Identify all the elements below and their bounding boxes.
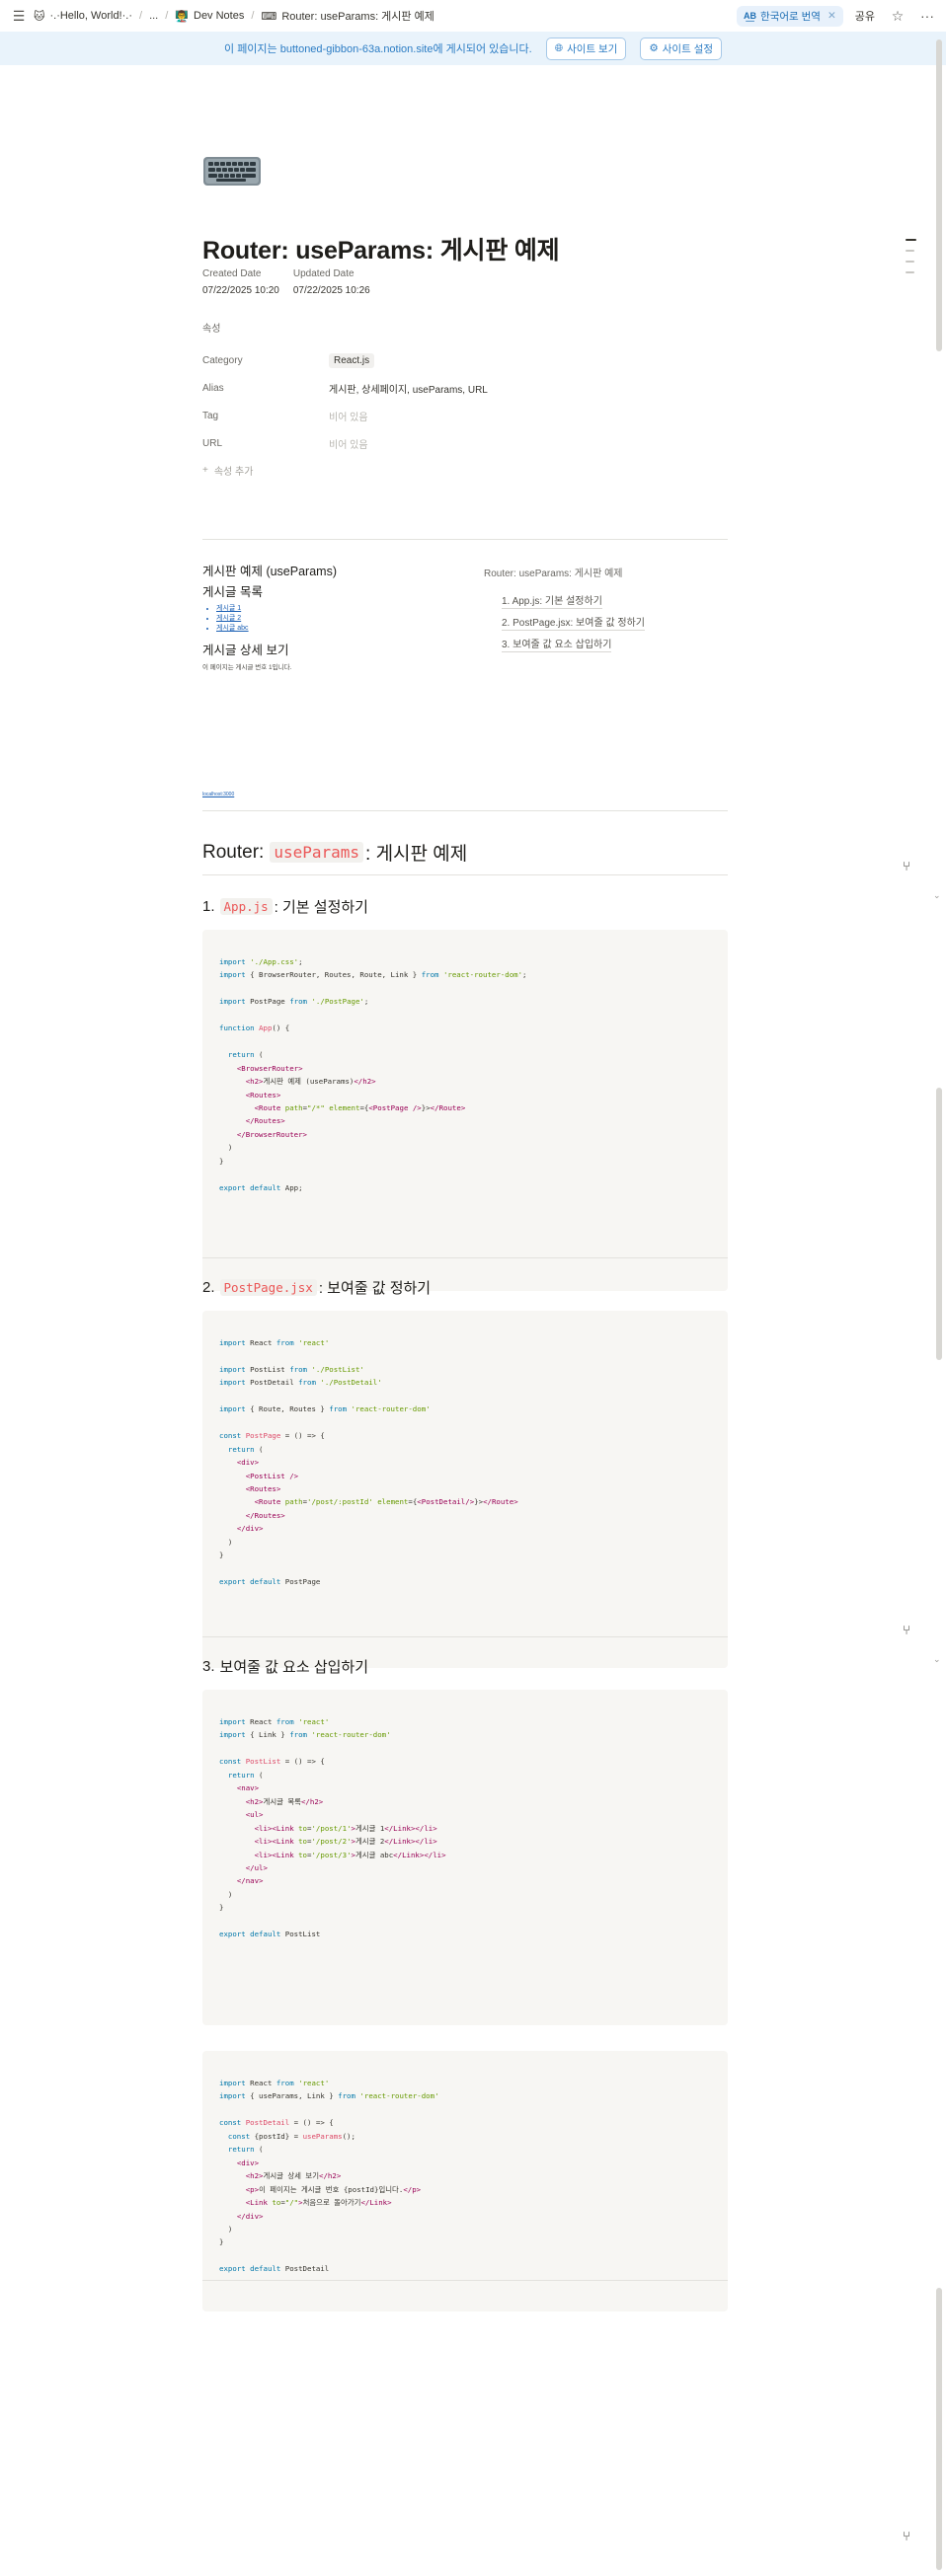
translate-icon: A͟B: [744, 11, 757, 21]
branch-icon[interactable]: ⑂: [896, 855, 917, 876]
code-block-app-js[interactable]: import './App.css'; import { BrowserRout…: [202, 930, 728, 1291]
code-block-postdetail[interactable]: import React from 'react' import { usePa…: [202, 2051, 728, 2311]
breadcrumb-item-ellipsis[interactable]: ...: [145, 10, 162, 22]
breadcrumb-item-home[interactable]: 🐱 ·.·Hello, World!·.·: [30, 10, 136, 23]
inline-code: PostPage.jsx: [219, 1279, 317, 1296]
property-name: URL: [202, 437, 223, 449]
divider: [202, 2280, 728, 2281]
preview-title: 게시판 예제 (useParams): [202, 565, 337, 578]
chevron-down-icon[interactable]: ⌄: [933, 1654, 941, 1665]
property-name: Category: [202, 354, 243, 366]
inline-code: useParams: [270, 842, 364, 863]
toc-minimap[interactable]: [906, 239, 916, 282]
code-block-postlist[interactable]: import React from 'react' import { Link …: [202, 1690, 728, 2025]
property-name: Tag: [202, 410, 219, 421]
divider: [202, 810, 728, 811]
category-tag: React.js: [329, 352, 375, 368]
divider: [202, 1636, 728, 1637]
url-value: 비어 있음: [329, 439, 368, 451]
table-of-contents: Router: useParams: 게시판 예제 1. App.js: 기본 …: [484, 561, 728, 654]
share-button[interactable]: 공유: [851, 8, 879, 24]
scrollbar-thumb[interactable]: [936, 1088, 942, 1360]
section-1-heading: 1. App.js : 기본 설정하기: [202, 898, 368, 916]
globe-icon: 🌐︎: [554, 41, 564, 54]
created-date-value: 07/22/2025 10:20: [202, 285, 279, 296]
properties-panel: 속성 Category React.js Alias 게시판, 상세페이지, u…: [202, 320, 728, 478]
scrollbar-thumb[interactable]: [936, 2288, 942, 2570]
view-site-label: 사이트 보기: [567, 42, 618, 55]
divider: [202, 539, 728, 540]
section-3-heading: 3. 보여줄 값 요소 삽입하기: [202, 1658, 369, 1676]
updated-date-label: Updated Date: [292, 268, 355, 279]
breadcrumb-label: ...: [149, 10, 159, 22]
site-settings-button[interactable]: ⚙ 사이트 설정: [640, 37, 722, 60]
branch-icon[interactable]: ⑂: [896, 2525, 917, 2546]
preview-detail-text: 이 페이지는 게시글 번호 1입니다.: [202, 664, 292, 671]
page-title: Router: useParams: 게시판 예제: [202, 237, 560, 265]
divider: [202, 1257, 728, 1258]
keyboard-emoji-icon: ⌨: [261, 10, 277, 23]
breadcrumb-label: Router: useParams: 게시판 예제: [281, 11, 434, 23]
property-name: Alias: [202, 382, 224, 394]
banner-text: 이 페이지는 buttoned-gibbon-63a.notion.site에 …: [224, 43, 532, 55]
top-bar: ☰ 🐱 ·.·Hello, World!·.· / ... / 👨‍🏫 Dev …: [0, 0, 946, 32]
breadcrumb-separator: /: [165, 10, 169, 22]
site-settings-label: 사이트 설정: [662, 42, 713, 55]
preview-link[interactable]: 게시글 1: [216, 604, 449, 614]
gear-icon: ⚙: [649, 42, 659, 54]
star-icon[interactable]: ☆: [887, 5, 908, 27]
property-category[interactable]: Category React.js: [202, 346, 728, 374]
view-site-button[interactable]: 🌐︎ 사이트 보기: [545, 37, 627, 60]
created-date-label: Created Date: [202, 268, 262, 279]
chevron-down-icon[interactable]: ⌄: [933, 890, 941, 901]
property-alias[interactable]: Alias 게시판, 상세페이지, useParams, URL: [202, 374, 728, 402]
properties-header[interactable]: 속성: [202, 320, 728, 335]
section-heading: Router: useParams : 게시판 예제: [202, 841, 468, 866]
add-property-label: 속성 추가: [213, 467, 254, 478]
property-url[interactable]: URL 비어 있음: [202, 429, 728, 457]
updated-date-value: 07/22/2025 10:26: [292, 285, 370, 296]
add-property-button[interactable]: + 속성 추가: [202, 463, 728, 478]
embedded-preview: 게시판 예제 (useParams) 게시글 목록 게시글 1 게시글 2 게시…: [202, 561, 728, 679]
close-icon[interactable]: ✕: [828, 10, 836, 22]
preview-list: 게시글 1 게시글 2 게시글 abc: [202, 604, 449, 634]
property-tag[interactable]: Tag 비어 있음: [202, 402, 728, 429]
preview-link[interactable]: 게시글 2: [216, 614, 449, 624]
dates-row: Created Date 07/22/2025 10:20 Updated Da…: [202, 268, 370, 296]
translate-label: 한국어로 번역: [760, 10, 821, 23]
breadcrumb-separator: /: [139, 10, 143, 22]
teacher-emoji-icon: 👨‍🏫: [175, 10, 189, 23]
more-icon[interactable]: ···: [916, 5, 938, 27]
toc-item[interactable]: 2. PostPage.jsx: 보여줄 값 정하기: [484, 611, 728, 633]
section-2-heading: 2. PostPage.jsx : 보여줄 값 정하기: [202, 1279, 432, 1297]
scrollbar-thumb[interactable]: [936, 39, 942, 351]
divider: [202, 874, 728, 875]
breadcrumb-label: ·.·Hello, World!·.·: [49, 10, 132, 22]
menu-icon[interactable]: ☰: [8, 5, 30, 27]
breadcrumb-label: Dev Notes: [194, 10, 245, 22]
preview-screenshot: 게시판 예제 (useParams) 게시글 목록 게시글 1 게시글 2 게시…: [202, 561, 449, 671]
translate-button[interactable]: A͟B 한국어로 번역 ✕: [737, 5, 843, 27]
toc-item[interactable]: 3. 보여줄 값 요소 삽입하기: [484, 633, 728, 654]
tag-value: 비어 있음: [329, 412, 368, 423]
toc-item[interactable]: 1. App.js: 기본 설정하기: [484, 589, 728, 611]
publish-banner: 이 페이지는 buttoned-gibbon-63a.notion.site에 …: [0, 32, 946, 65]
alias-value: 게시판, 상세페이지, useParams, URL: [329, 384, 488, 396]
inline-code: App.js: [219, 898, 273, 915]
breadcrumb-separator: /: [251, 10, 255, 22]
preview-list-title: 게시글 목록: [202, 585, 263, 599]
toc-title[interactable]: Router: useParams: 게시판 예제: [484, 565, 728, 579]
plus-icon: +: [202, 465, 208, 476]
localhost-link[interactable]: localhost:3000: [202, 792, 234, 797]
breadcrumb-item-current[interactable]: ⌨ Router: useParams: 게시판 예제: [257, 8, 437, 24]
preview-link[interactable]: 게시글 abc: [216, 624, 449, 634]
branch-icon[interactable]: ⑂: [896, 1619, 917, 1640]
updated-date: Updated Date 07/22/2025 10:26: [293, 268, 370, 296]
breadcrumb-item-dev-notes[interactable]: 👨‍🏫 Dev Notes: [171, 10, 248, 23]
keyboard-icon[interactable]: [202, 154, 262, 188]
preview-detail-title: 게시글 상세 보기: [202, 644, 289, 657]
created-date: Created Date 07/22/2025 10:20: [202, 268, 279, 296]
cat-emoji-icon: 🐱: [34, 10, 45, 23]
code-block-postpage-jsx[interactable]: import React from 'react' import PostLis…: [202, 1311, 728, 1668]
